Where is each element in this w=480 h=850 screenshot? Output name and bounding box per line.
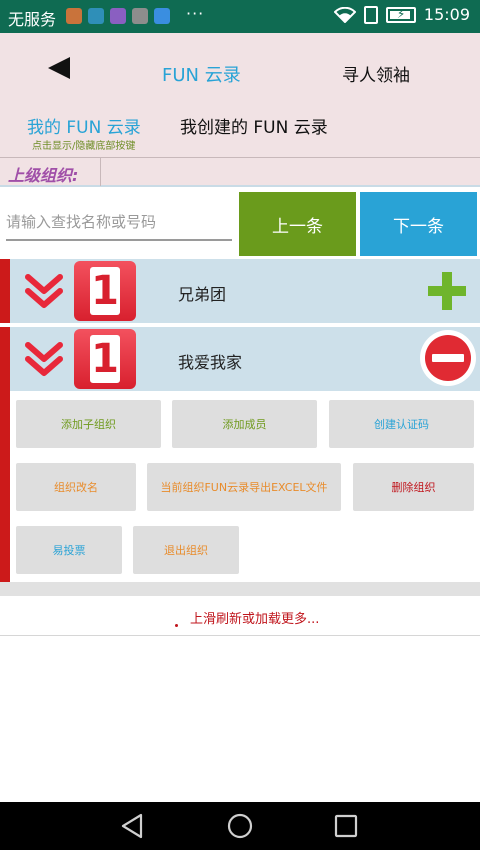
loading-dot (175, 624, 178, 627)
org-row[interactable]: 1 我爱我家 (0, 327, 480, 391)
page-title: FUN 云录 (162, 65, 241, 86)
divider (100, 158, 101, 186)
parent-org-bar: 上级组织: (0, 157, 480, 187)
parent-org-label: 上级组织: (8, 166, 79, 185)
next-button[interactable]: 下一条 (360, 192, 477, 256)
carrier-text: 无服务 (8, 10, 57, 29)
row-marker (0, 259, 10, 323)
org-level-badge: 1 (74, 261, 136, 321)
export-excel-button[interactable]: 当前组织FUN云录导出EXCEL文件 (147, 463, 341, 511)
nav-home-icon[interactable] (226, 812, 254, 840)
battery-icon: ⚡ (385, 6, 416, 23)
system-nav-bar (0, 802, 480, 850)
status-bar: 无服务 ··· ⚡ 15:09 (0, 0, 480, 33)
plus-icon[interactable] (428, 272, 466, 310)
org-row[interactable]: 1 兄弟团 (0, 259, 480, 323)
search-input[interactable] (6, 205, 232, 239)
org-actions-panel: 添加子组织 添加成员 创建认证码 组织改名 当前组织FUN云录导出EXCEL文件… (0, 391, 480, 582)
previous-button[interactable]: 上一条 (239, 192, 356, 256)
expand-chevron-icon[interactable] (24, 339, 64, 379)
wifi-icon (333, 6, 356, 23)
row-marker (0, 391, 10, 582)
row-marker (0, 327, 10, 391)
app-notification-icon (88, 8, 104, 24)
nav-back-icon[interactable] (118, 812, 146, 840)
tab-my-fun-cloud[interactable]: 我的 FUN 云录 (27, 113, 141, 138)
nav-recents-icon[interactable] (332, 812, 360, 840)
delete-org-button[interactable]: 删除组织 (353, 463, 474, 511)
search-field-wrapper (6, 205, 232, 241)
notification-icons (66, 8, 170, 24)
rename-org-button[interactable]: 组织改名 (16, 463, 136, 511)
add-member-button[interactable]: 添加成员 (172, 400, 317, 448)
expand-chevron-icon[interactable] (24, 271, 64, 311)
org-name: 我爱我家 (178, 353, 243, 372)
app-header: FUN 云录 寻人领袖 我的 FUN 云录 点击显示/隐藏底部按键 我创建的 F… (0, 33, 480, 157)
badge-number: 1 (90, 335, 120, 383)
app-notification-icon (154, 8, 170, 24)
tab-hint-text: 点击显示/隐藏底部按键 (32, 141, 136, 152)
create-code-button[interactable]: 创建认证码 (329, 400, 474, 448)
find-leader-button[interactable]: 寻人领袖 (342, 61, 410, 86)
badge-number: 1 (90, 267, 120, 315)
app-notification-icon (132, 8, 148, 24)
app-notification-icon (66, 8, 82, 24)
exit-org-button[interactable]: 退出组织 (133, 526, 239, 574)
easy-vote-button[interactable]: 易投票 (16, 526, 122, 574)
more-notifications-icon: ··· (186, 4, 205, 23)
load-more-text: 上滑刷新或加载更多... (190, 612, 320, 627)
back-arrow-icon[interactable] (46, 55, 72, 81)
org-level-badge: 1 (74, 329, 136, 389)
clock-text: 15:09 (423, 5, 470, 24)
minus-icon[interactable] (419, 329, 477, 387)
sim-card-icon (363, 5, 378, 24)
divider (0, 582, 480, 596)
app-notification-icon (110, 8, 126, 24)
org-name: 兄弟团 (178, 285, 227, 304)
load-more-footer[interactable]: 上滑刷新或加载更多... (0, 596, 480, 636)
tab-created-fun-cloud[interactable]: 我创建的 FUN 云录 (180, 113, 328, 138)
add-sub-org-button[interactable]: 添加子组织 (16, 400, 161, 448)
